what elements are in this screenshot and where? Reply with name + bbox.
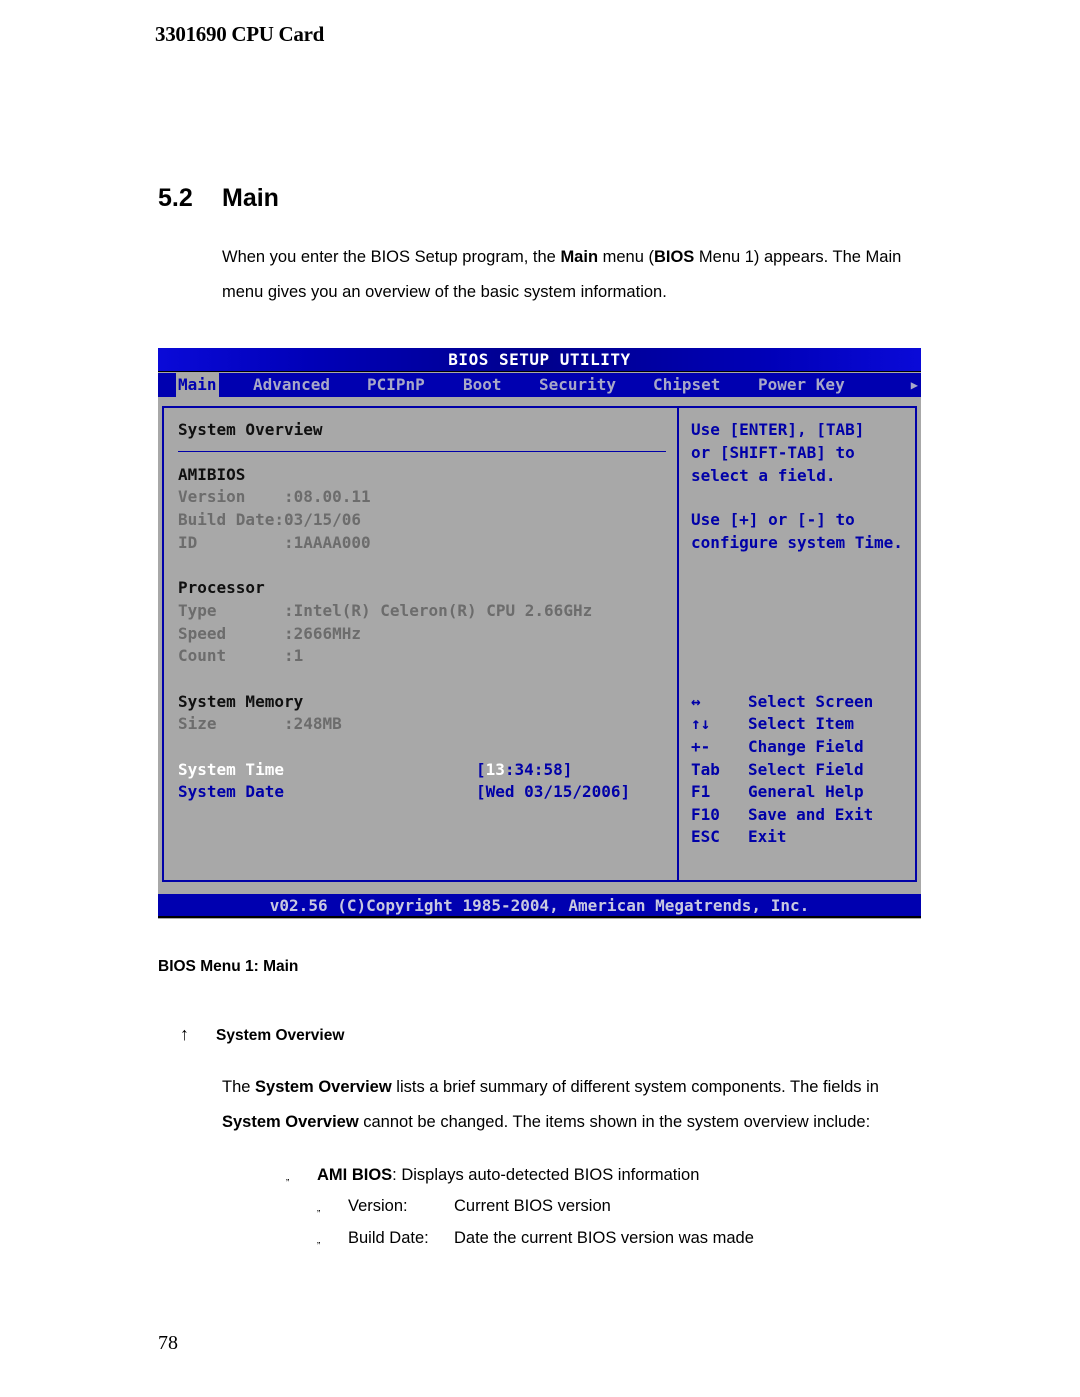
bios-build-date: Build Date:03/15/06 xyxy=(178,510,362,529)
list-label: AMI BIOS xyxy=(317,1166,393,1184)
section-title: 5.2 Main xyxy=(158,184,279,213)
system-date-field[interactable]: [Wed 03/15/2006] xyxy=(476,781,630,803)
list-desc: Current BIOS version xyxy=(454,1197,611,1215)
key-action: Save and Exit xyxy=(748,805,874,824)
intro-paragraph: When you enter the BIOS Setup program, t… xyxy=(222,240,922,310)
key-tab: Tab xyxy=(691,760,720,779)
document-header: 3301690 CPU Card xyxy=(155,22,325,46)
bios-main-panel: System Overview AMIBIOS Version :08.00.1… xyxy=(162,406,679,882)
key-f10: F10 xyxy=(691,805,720,824)
intro-bold-main: Main xyxy=(560,248,599,266)
system-time-field[interactable]: [13:34:58] xyxy=(476,759,572,781)
processor-count: Count :1 xyxy=(178,646,304,665)
help-line: Use [ENTER], [TAB] xyxy=(691,420,865,439)
menu-tab-pcipnp[interactable]: PCIPnP xyxy=(365,373,427,397)
bios-footer: v02.56 (C)Copyright 1985-2004, American … xyxy=(158,894,921,918)
system-time-rest: :34:58] xyxy=(504,760,573,779)
bullet-arrow-icon: ↑ xyxy=(180,1024,189,1044)
bios-help-panel: Use [ENTER], [TAB] or [SHIFT-TAB] to sel… xyxy=(677,406,917,882)
menu-tab-chipset[interactable]: Chipset xyxy=(651,373,722,397)
menu-tab-power-key[interactable]: Power Key xyxy=(756,373,847,397)
key-action: Change Field xyxy=(748,737,864,756)
bios-menu-bar: Main Advanced PCIPnP Boot Security Chips… xyxy=(158,373,921,397)
list-bullet-icon: „ xyxy=(317,1235,321,1246)
intro-bold-bios: BIOS xyxy=(653,248,695,266)
body-paragraph: The System Overview lists a brief summar… xyxy=(222,1070,922,1140)
body-text: lists a brief summary of different syste… xyxy=(391,1078,879,1096)
list-desc: Date the current BIOS version was made xyxy=(454,1229,754,1247)
system-time-label[interactable]: System Time xyxy=(178,759,284,781)
body-bold: System Overview xyxy=(222,1113,359,1131)
system-date-label[interactable]: System Date xyxy=(178,781,284,803)
body-text: The xyxy=(222,1078,256,1096)
system-time-hour-selected[interactable]: 13 xyxy=(486,760,505,779)
bracket: [ xyxy=(476,760,486,779)
intro-text: When you enter the BIOS Setup program, t… xyxy=(222,248,561,266)
figure-caption: BIOS Menu 1: Main xyxy=(158,958,299,975)
help-line: Use [+] or [-] to xyxy=(691,510,855,529)
key-f1: F1 xyxy=(691,782,711,801)
list-item-build-date: „ Build Date: Date the current BIOS versio… xyxy=(317,1227,754,1252)
key-select-item-icon: ↑↓ xyxy=(691,714,711,733)
overview-heading: System Overview xyxy=(178,420,323,439)
bullet-heading-text: System Overview xyxy=(216,1027,345,1044)
menu-more-arrow-icon[interactable]: ▶ xyxy=(911,373,918,397)
help-line: or [SHIFT-TAB] to xyxy=(691,443,855,462)
bios-id: ID :1AAAA000 xyxy=(178,533,371,552)
list-item-version: „ Version: Current BIOS version xyxy=(317,1195,611,1220)
processor-speed: Speed :2666MHz xyxy=(178,624,362,643)
memory-heading: System Memory xyxy=(178,692,304,711)
key-change-field-icon: +- xyxy=(691,737,711,756)
menu-tab-boot[interactable]: Boot xyxy=(461,373,504,397)
help-line: configure system Time. xyxy=(691,533,903,552)
menu-tab-advanced[interactable]: Advanced xyxy=(251,373,332,397)
key-action: General Help xyxy=(748,782,864,801)
memory-size: Size :248MB xyxy=(178,714,342,733)
bios-screen: BIOS SETUP UTILITY Main Advanced PCIPnP … xyxy=(158,348,921,919)
processor-heading: Processor xyxy=(178,578,265,597)
key-esc: ESC xyxy=(691,827,720,846)
key-action: Select Field xyxy=(748,760,864,779)
body-bold: System Overview xyxy=(255,1078,392,1096)
menu-tab-main[interactable]: Main xyxy=(176,373,219,397)
bullet-heading: ↑ System Overview xyxy=(180,1024,344,1045)
key-action: Select Screen xyxy=(748,692,874,711)
list-label: Build Date: xyxy=(348,1229,429,1247)
overview-divider xyxy=(178,451,666,452)
section-name: Main xyxy=(222,184,279,212)
amibios-heading: AMIBIOS xyxy=(178,465,246,484)
section-number: 5.2 xyxy=(158,184,193,212)
list-item-ami-bios: „ AMI BIOS: Displays auto-detected BIOS i… xyxy=(286,1164,699,1189)
list-bullet-icon: „ xyxy=(286,1172,290,1183)
intro-text: menu ( xyxy=(598,248,654,266)
key-select-screen-icon: ↔ xyxy=(691,692,701,711)
help-line: select a field. xyxy=(691,466,836,485)
list-desc: : Displays auto-detected BIOS informatio… xyxy=(392,1166,700,1184)
list-bullet-icon: „ xyxy=(317,1203,321,1214)
body-text: cannot be changed. The items shown in th… xyxy=(358,1113,871,1131)
key-action: Select Item xyxy=(748,714,854,733)
bios-title-bar: BIOS SETUP UTILITY xyxy=(158,348,921,372)
key-action: Exit xyxy=(748,827,787,846)
page-number: 78 xyxy=(158,1332,178,1354)
processor-type: Type :Intel(R) Celeron(R) CPU 2.66GHz xyxy=(178,601,593,620)
list-label: Version: xyxy=(348,1197,408,1215)
bios-version: Version :08.00.11 xyxy=(178,487,371,506)
menu-tab-security[interactable]: Security xyxy=(537,373,618,397)
